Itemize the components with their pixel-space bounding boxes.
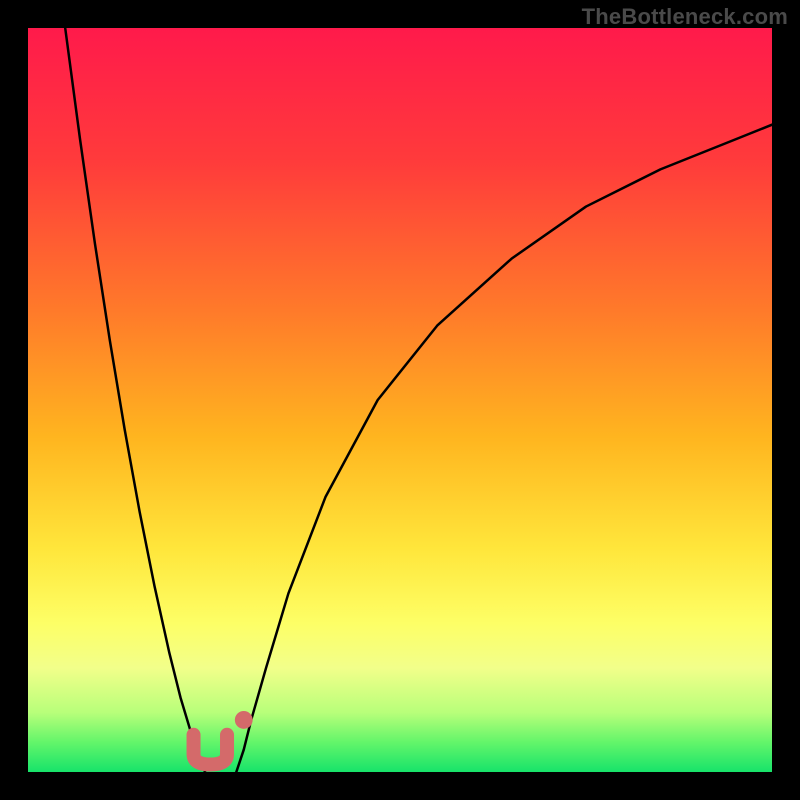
marker-dot [235, 711, 253, 729]
plot-area [28, 28, 772, 772]
watermark-text: TheBottleneck.com [582, 4, 788, 30]
chart-frame: TheBottleneck.com [0, 0, 800, 800]
gradient-background [28, 28, 772, 772]
chart-svg [28, 28, 772, 772]
